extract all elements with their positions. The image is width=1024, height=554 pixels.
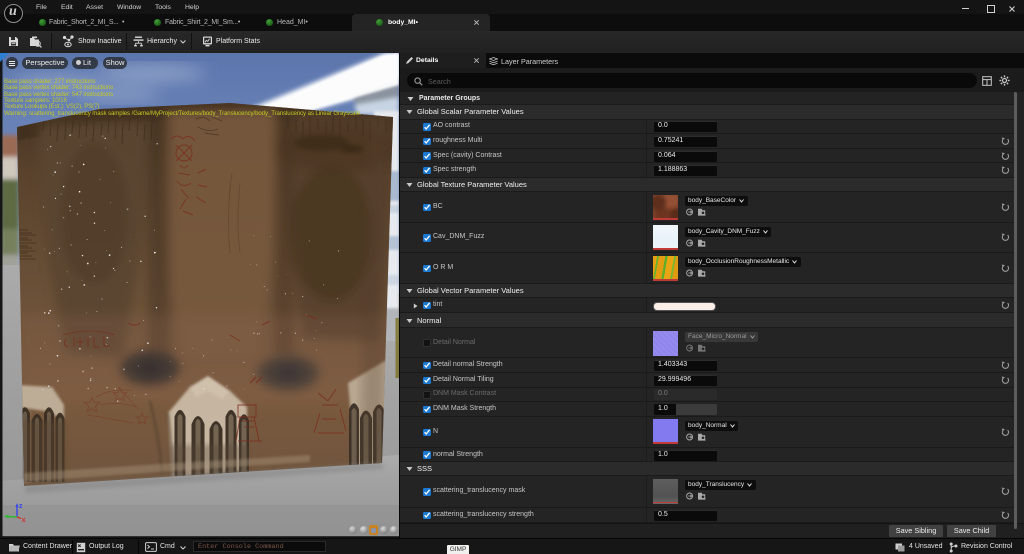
svg-text:z: z <box>19 503 23 510</box>
svg-text:x: x <box>22 515 27 524</box>
